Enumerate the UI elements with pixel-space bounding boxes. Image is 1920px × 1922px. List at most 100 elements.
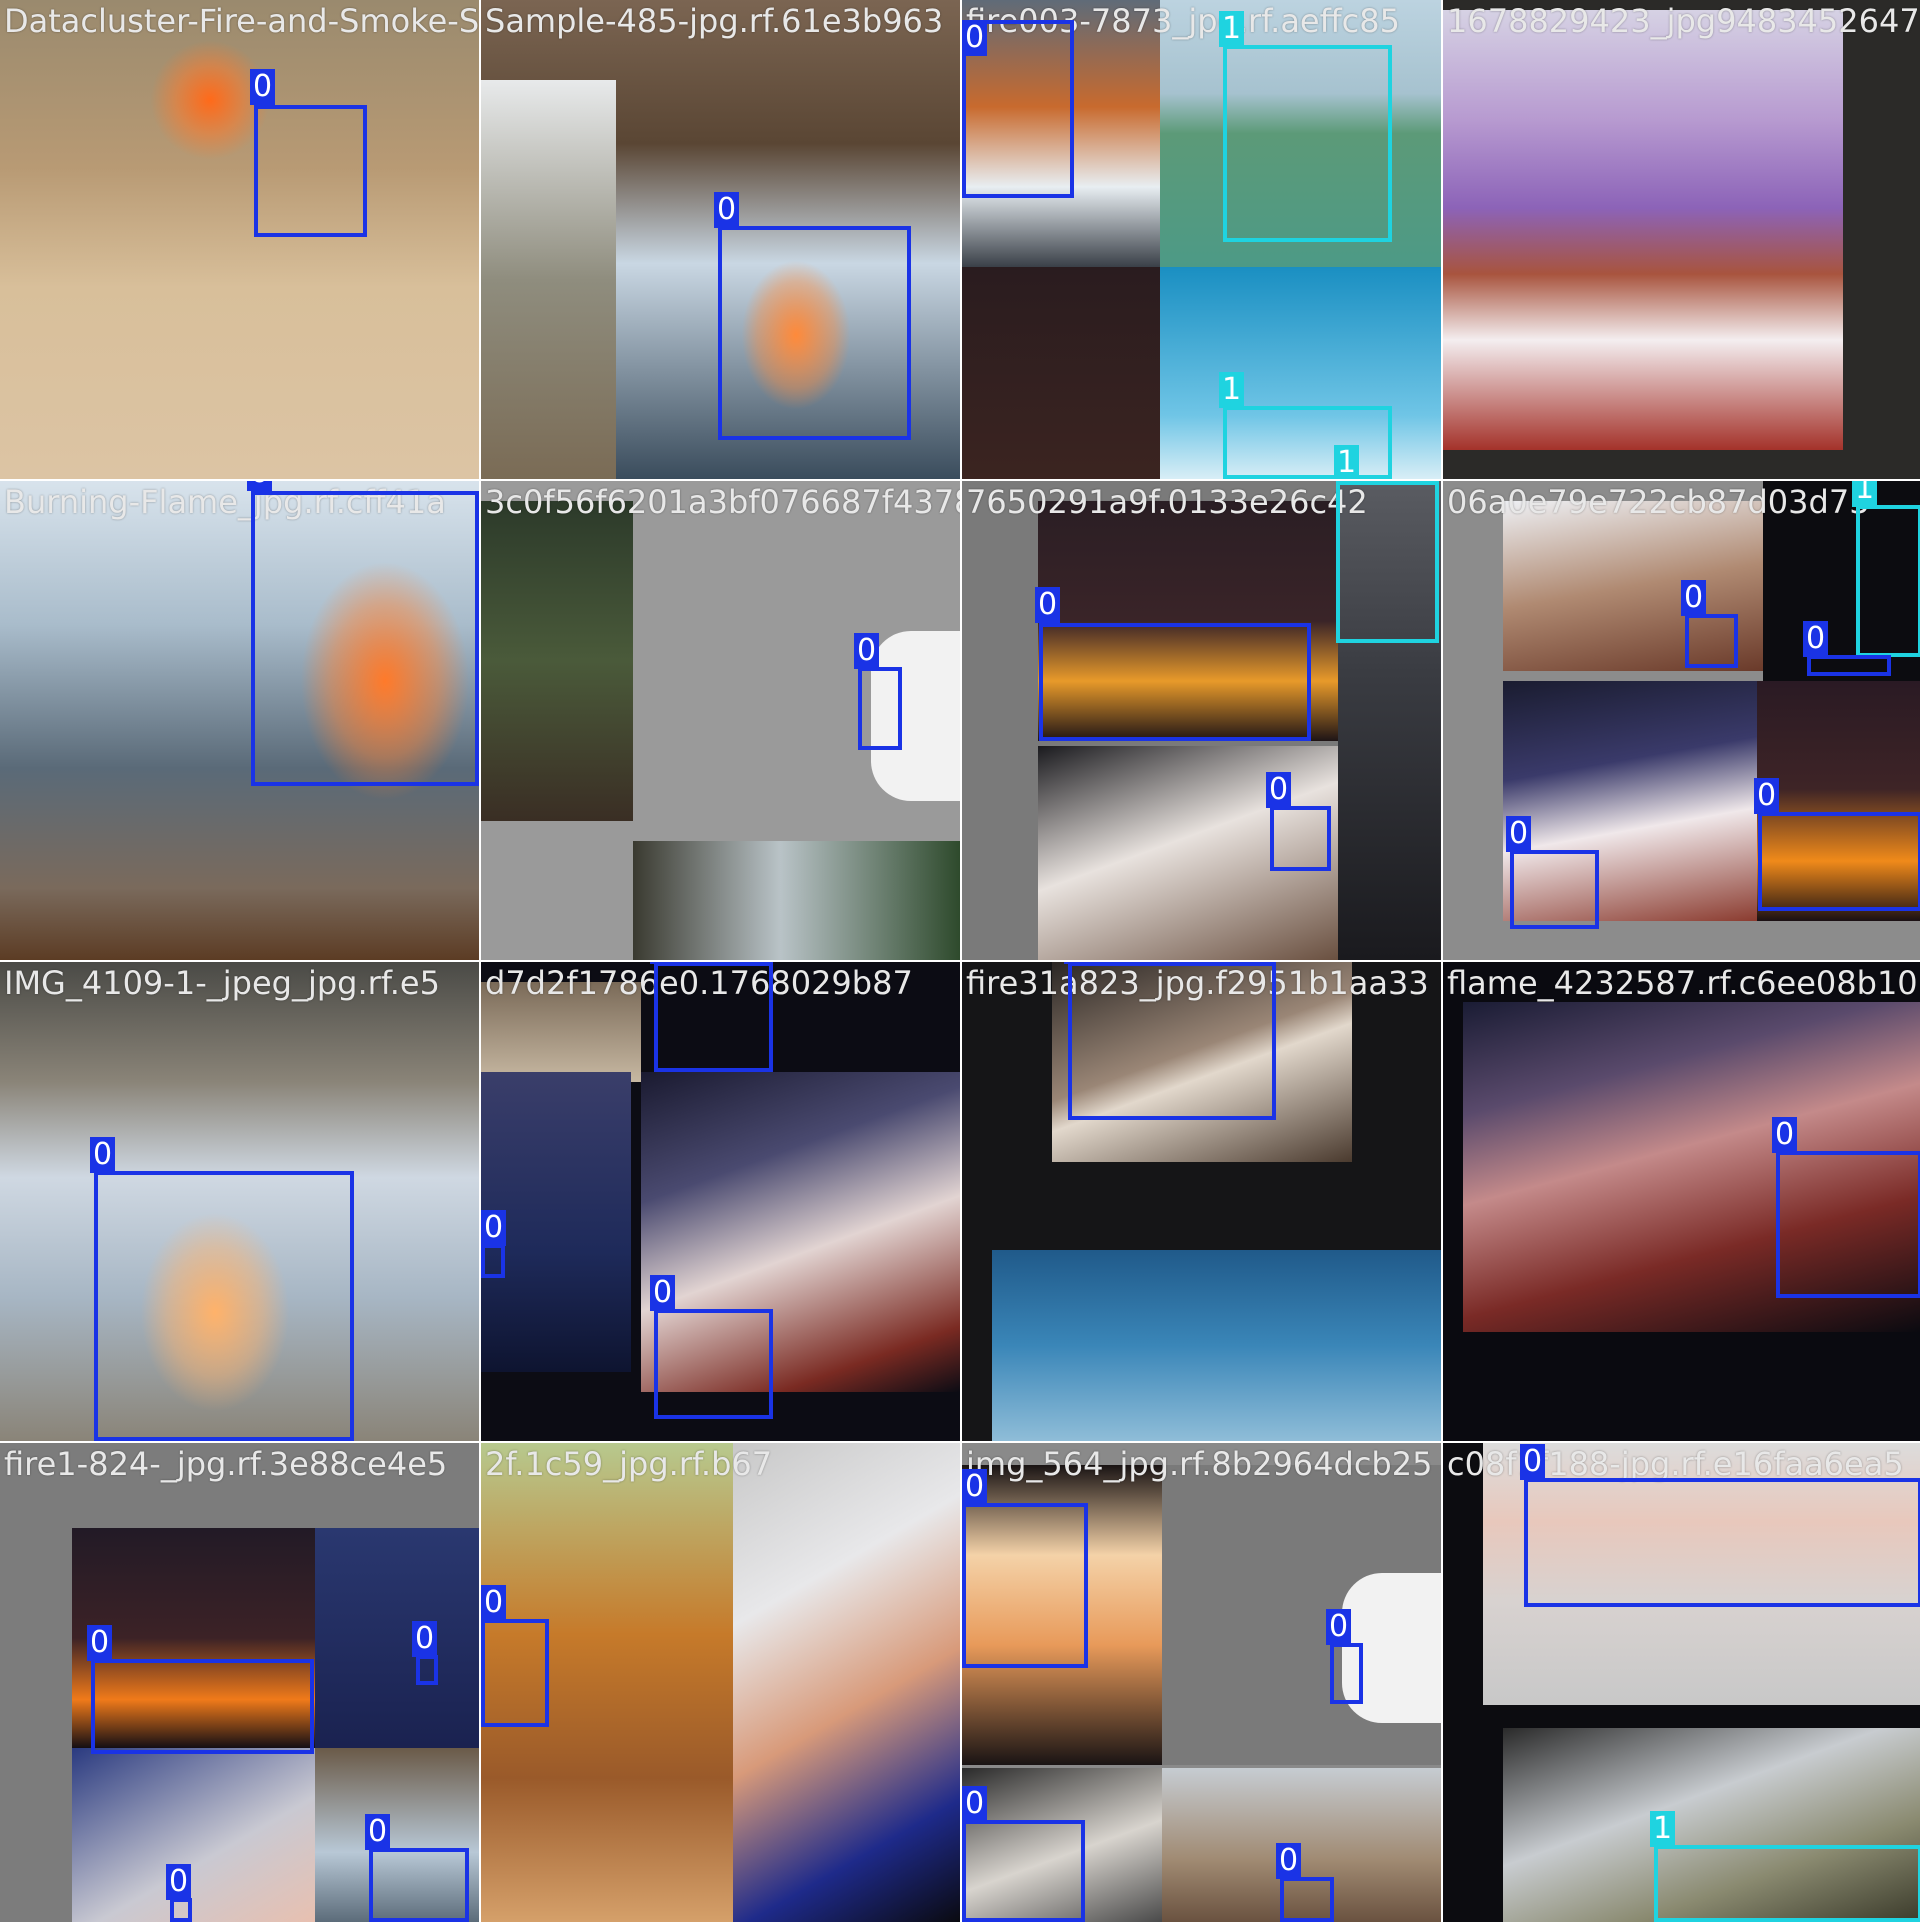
bbox-label: 0 xyxy=(714,192,740,228)
bbox-label: 1 xyxy=(1219,11,1245,47)
bbox-label: 0 xyxy=(90,1137,116,1173)
bbox-label: 0 xyxy=(1506,816,1532,852)
bbox-label: 0 xyxy=(247,481,273,491)
tile: 7650291a9f.0133e26c42 0 1 0 xyxy=(962,481,1441,960)
bbox-label: 0 xyxy=(650,1275,676,1311)
bbox-class-0 xyxy=(481,1244,505,1278)
tile: Datacluster-Fire-and-Smoke-Sample-1- 0 xyxy=(0,0,479,479)
bbox-class-0 xyxy=(962,1503,1088,1668)
bbox-class-0 xyxy=(416,1655,438,1685)
bbox-class-1 xyxy=(1654,1845,1920,1922)
bbox-label: 0 xyxy=(481,1210,507,1246)
tile: 1678829423_jpg94834526477 xyxy=(1443,0,1920,479)
bbox-class-0 xyxy=(718,226,911,440)
tile: 06a0e79e722cb87d03d73 1 0 0 0 0 xyxy=(1443,481,1920,960)
bbox-class-0 xyxy=(1807,655,1891,676)
bbox-label: 0 xyxy=(1754,778,1780,814)
side-strip xyxy=(481,80,616,479)
tile-title: Sample-485-jpg.rf.61e3b963 xyxy=(485,2,944,40)
bbox-class-0 xyxy=(91,1659,314,1754)
tile-title: IMG_4109-1-_jpeg_jpg.rf.e5 xyxy=(4,964,440,1002)
bbox-class-0 xyxy=(251,491,479,786)
tile-title: 1678829423_jpg94834526477 xyxy=(1447,2,1920,40)
tile: Sample-485-jpg.rf.61e3b963 0 xyxy=(481,0,960,479)
tile: 2f.1c59_jpg.rf.b67 0 xyxy=(481,1443,960,1922)
bbox-label: 0 xyxy=(481,1585,507,1621)
bbox-label: 1 xyxy=(1334,445,1360,479)
bbox-label: 0 xyxy=(1326,1609,1352,1645)
tile: IMG_4109-1-_jpeg_jpg.rf.e5 0 xyxy=(0,962,479,1441)
bbox-label: 0 xyxy=(962,20,988,56)
bbox-label: 0 xyxy=(1266,772,1292,808)
bbox-class-0 xyxy=(1280,1877,1334,1922)
bbox-class-0 xyxy=(170,1898,192,1922)
hand-image xyxy=(72,1748,315,1922)
bbox-class-0 xyxy=(1039,623,1311,741)
tile: 3c0f56f6201a3bf076687f4378 0 xyxy=(481,481,960,960)
bbox-class-0 xyxy=(1330,1643,1363,1704)
bbox-label: 1 xyxy=(1219,372,1245,408)
forest-image xyxy=(481,501,633,821)
bbox-class-0 xyxy=(1068,962,1276,1120)
tile-title: 3c0f56f6201a3bf076687f4378 xyxy=(485,483,960,521)
hand-image xyxy=(733,1443,960,1922)
bbox-label: 1 xyxy=(1852,481,1878,507)
bbox-class-0 xyxy=(94,1171,354,1441)
bbox-label: 0 xyxy=(87,1625,113,1661)
tile-title: flame_4232587.rf.c6ee08b10 xyxy=(1447,964,1918,1002)
bbox-class-0 xyxy=(858,667,902,750)
bbox-label: 0 xyxy=(250,69,276,105)
tile-title: Datacluster-Fire-and-Smoke-Sample-1- xyxy=(4,2,479,40)
tile: fire003-7873_jpg.rf.aeffc85 0 1 1 1 xyxy=(962,0,1441,479)
bbox-class-0 xyxy=(962,1820,1085,1922)
jeans-image xyxy=(315,1528,479,1748)
bbox-class-0 xyxy=(1510,850,1599,929)
bbox-label: 1 xyxy=(1650,1811,1676,1847)
bbox-class-0 xyxy=(1270,806,1331,871)
tile-title: 2f.1c59_jpg.rf.b67 xyxy=(485,1445,773,1483)
bbox-label: 0 xyxy=(412,1621,438,1657)
bbox-class-0 xyxy=(654,1309,773,1419)
detection-mosaic: Datacluster-Fire-and-Smoke-Sample-1- 0 S… xyxy=(0,0,1920,1922)
bbox-class-0 xyxy=(369,1848,469,1922)
forest-image xyxy=(633,841,960,960)
bbox-class-1 xyxy=(1856,505,1920,657)
bbox-label: 0 xyxy=(1772,1117,1798,1153)
bbox-class-0 xyxy=(654,962,773,1072)
tile-title: fire1-824-_jpg.rf.3e88ce4e5 xyxy=(4,1445,448,1483)
bbox-label: 0 xyxy=(1681,580,1707,616)
tile: flame_4232587.rf.c6ee08b10 0 xyxy=(1443,962,1920,1441)
bbox-class-0 xyxy=(1685,614,1738,668)
tile: fire31a823_jpg.f2951b1aa33 0 xyxy=(962,962,1441,1441)
tile: fire1-824-_jpg.rf.3e88ce4e5 0 0 0 0 xyxy=(0,1443,479,1922)
tile: img_564_jpg.rf.8b2964dcb25 0 0 0 0 xyxy=(962,1443,1441,1922)
bbox-label: 0 xyxy=(1520,1444,1546,1480)
bbox-class-0 xyxy=(481,1619,549,1727)
bbox-label: 0 xyxy=(166,1864,192,1900)
quadrant-image xyxy=(962,267,1160,479)
bbox-class-0 xyxy=(254,105,367,237)
bbox-class-0 xyxy=(1524,1478,1920,1607)
bbox-label: 0 xyxy=(365,1814,391,1850)
tile: c08f1f188-jpg.rf.e16faa6ea5 0 1 xyxy=(1443,1443,1920,1922)
tile-title: 06a0e79e722cb87d03d73 xyxy=(1447,483,1870,521)
bbox-label: 0 xyxy=(1276,1843,1302,1879)
bbox-class-1 xyxy=(1223,45,1392,242)
bbox-class-0 xyxy=(1776,1151,1920,1298)
bbox-label: 0 xyxy=(1803,621,1829,657)
bbox-class-0 xyxy=(1758,812,1920,911)
bbox-label: 0 xyxy=(854,633,880,669)
bbox-class-1 xyxy=(1336,481,1439,643)
bbox-class-1 xyxy=(1223,406,1392,479)
bbox-label: 0 xyxy=(1035,587,1061,623)
tile: d7d2f1786e0.1768029b87 0 0 0 xyxy=(481,962,960,1441)
tile-title: 7650291a9f.0133e26c42 xyxy=(966,483,1368,521)
tile-title: img_564_jpg.rf.8b2964dcb25 xyxy=(966,1445,1433,1483)
bbox-label: 0 xyxy=(650,962,676,964)
tile: Burning-Flame_jpg.rf.cff41a 0 xyxy=(0,481,479,960)
bbox-label: 0 xyxy=(1064,962,1090,964)
bbox-label: 0 xyxy=(962,1786,988,1822)
sky-image xyxy=(992,1250,1441,1441)
bbox-label: 0 xyxy=(962,1469,988,1505)
skewed-image xyxy=(1443,10,1843,450)
